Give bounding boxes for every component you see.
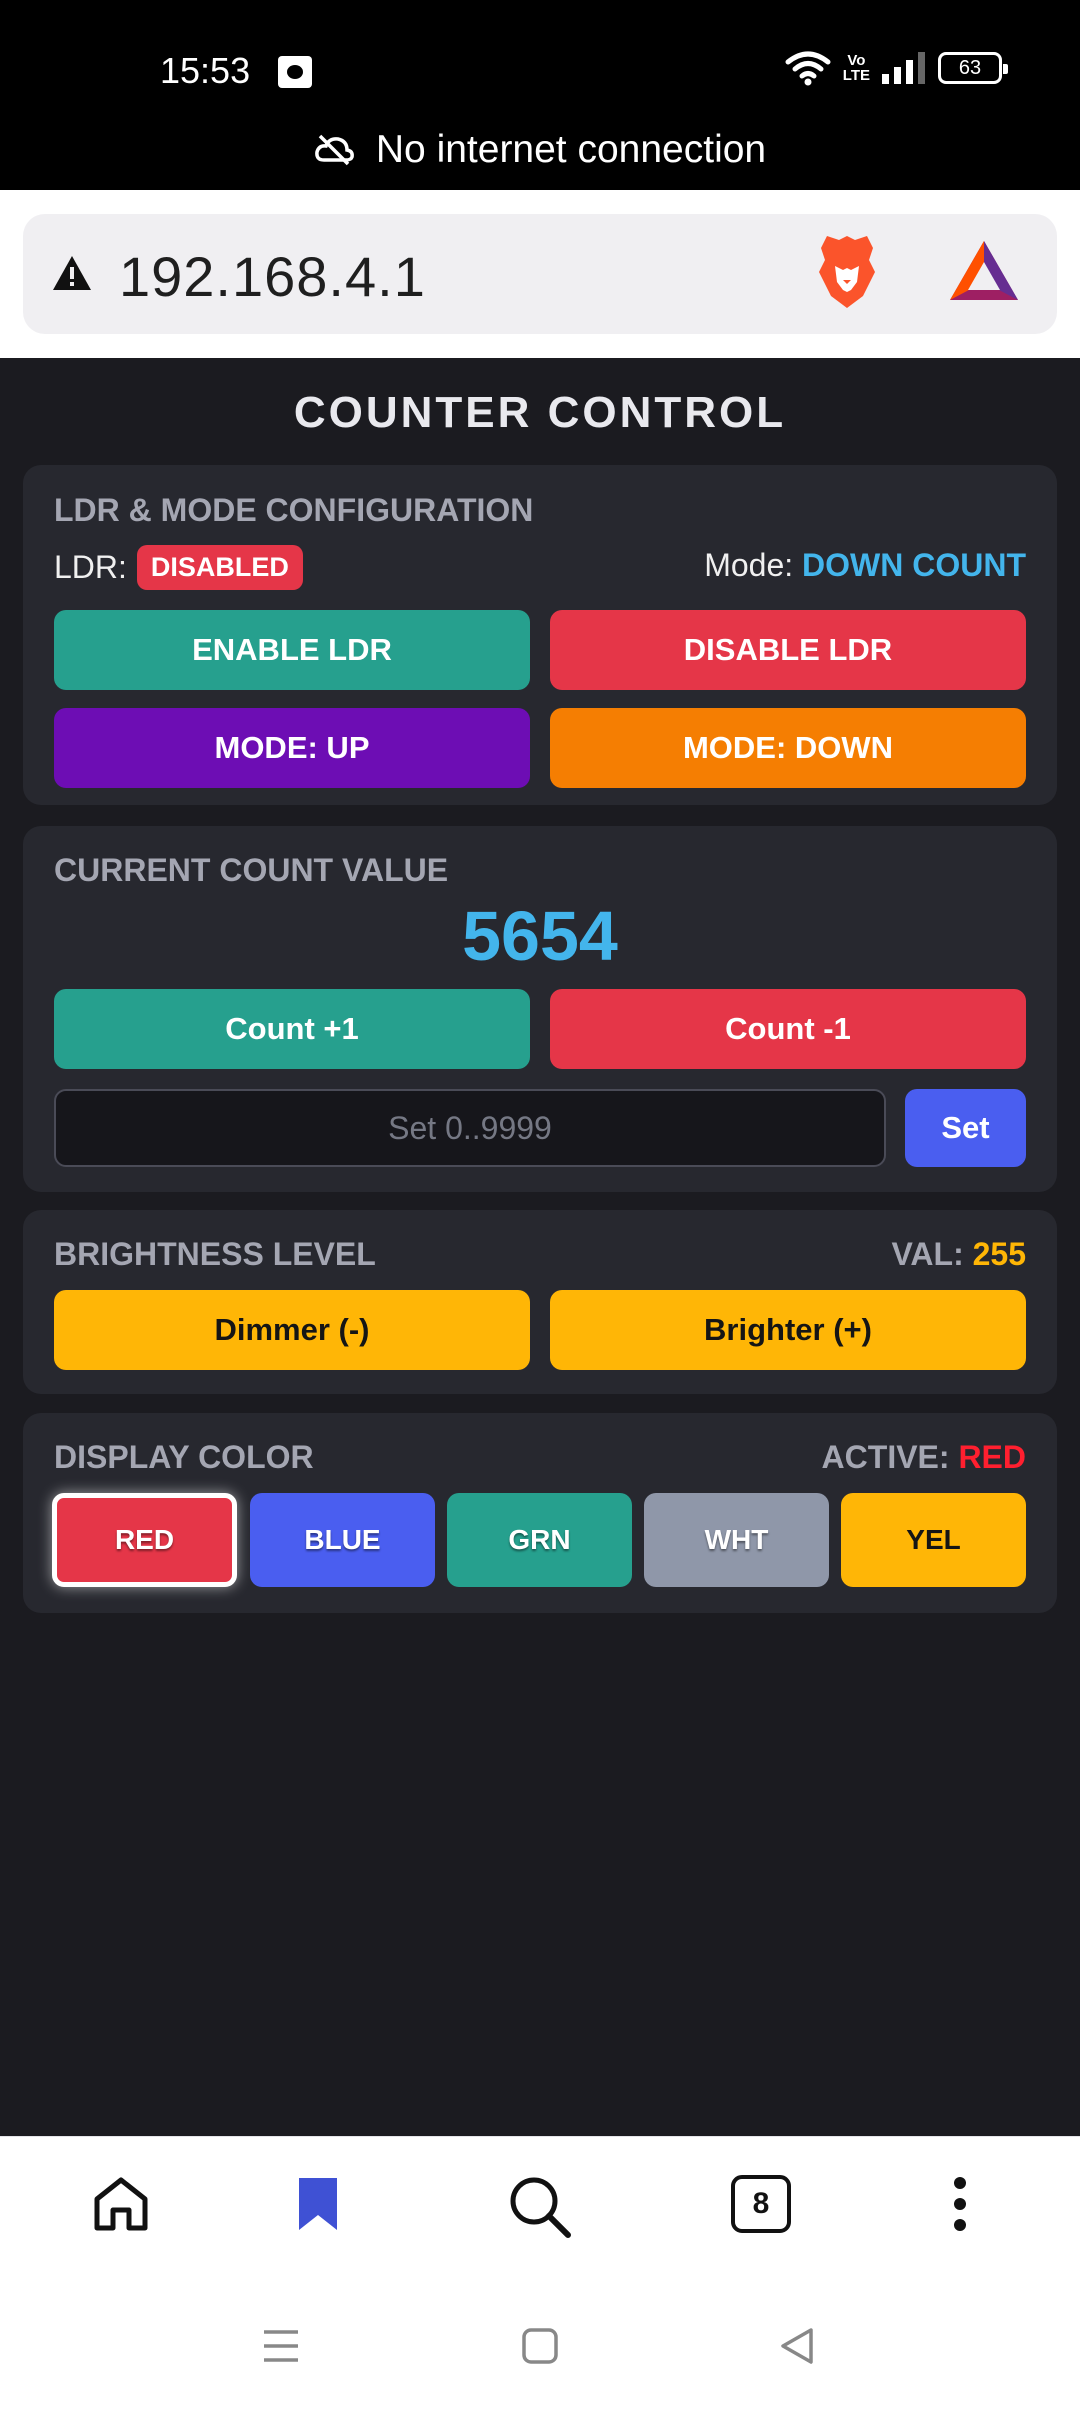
active-color-value: RED — [958, 1439, 1026, 1475]
active-color: ACTIVE: RED — [822, 1439, 1026, 1476]
url-text[interactable]: 192.168.4.1 — [119, 244, 426, 309]
display-color-card: DISPLAY COLOR ACTIVE: RED RED BLUE GRN W… — [23, 1413, 1057, 1613]
color-yellow-button[interactable]: YEL — [841, 1493, 1026, 1587]
page-title: COUNTER CONTROL — [293, 388, 787, 437]
color-white-button[interactable]: WHT — [644, 1493, 829, 1587]
browser-toolbar: 8 — [0, 2136, 1080, 2286]
home-icon[interactable] — [92, 2175, 150, 2233]
count-value: 5654 — [462, 897, 618, 975]
back-icon[interactable] — [777, 2326, 817, 2366]
recents-icon[interactable] — [262, 2326, 300, 2366]
card-heading: LDR & MODE CONFIGURATION — [54, 492, 534, 528]
enable-ldr-button[interactable]: ENABLE LDR — [54, 610, 530, 690]
ldr-mode-card: LDR & MODE CONFIGURATION LDR: DISABLED M… — [23, 465, 1057, 805]
search-icon[interactable] — [508, 2175, 572, 2239]
battery-icon: 63 — [938, 52, 1008, 84]
brightness-card: BRIGHTNESS LEVEL VAL: 255 Dimmer (-) Bri… — [23, 1210, 1057, 1394]
brightness-val-label: VAL: — [891, 1236, 964, 1272]
ldr-label: LDR: — [54, 549, 127, 585]
count-card: CURRENT COUNT VALUE 5654 Count +1 Count … — [23, 826, 1057, 1192]
mode-label: Mode: — [704, 547, 794, 583]
web-page: COUNTER CONTROL LDR & MODE CONFIGURATION… — [0, 358, 1080, 2136]
card-heading: BRIGHTNESS LEVEL — [54, 1236, 376, 1272]
color-blue-button[interactable]: BLUE — [250, 1493, 435, 1587]
count-minus-button[interactable]: Count -1 — [550, 989, 1026, 1069]
wifi-icon — [785, 51, 831, 86]
ldr-status-badge: DISABLED — [136, 545, 303, 590]
volte-icon: Vo LTE — [842, 52, 870, 84]
system-nav-bar — [0, 2286, 1080, 2412]
status-indicators: Vo LTE 63 — [785, 50, 1008, 86]
notification-icon — [278, 56, 312, 88]
set-count-input[interactable] — [54, 1089, 886, 1167]
browser-url-area: 192.168.4.1 — [0, 190, 1080, 358]
no-internet-text: No internet connection — [375, 128, 767, 171]
home-nav-icon[interactable] — [521, 2326, 559, 2366]
brightness-value: VAL: 255 — [891, 1236, 1026, 1273]
card-heading: DISPLAY COLOR — [54, 1439, 314, 1475]
url-bar[interactable]: 192.168.4.1 — [23, 214, 1057, 334]
warning-icon[interactable] — [51, 254, 93, 292]
brave-shields-icon[interactable] — [813, 232, 881, 312]
more-menu-icon[interactable] — [950, 2175, 970, 2233]
tabs-count-icon[interactable]: 8 — [731, 2175, 791, 2233]
mode-down-button[interactable]: MODE: DOWN — [550, 708, 1026, 788]
status-time: 15:53 — [160, 50, 251, 91]
bookmark-icon[interactable] — [296, 2175, 340, 2233]
mode-status-line: Mode: DOWN COUNT — [704, 547, 1026, 584]
color-red-button[interactable]: RED — [52, 1493, 237, 1587]
mode-up-button[interactable]: MODE: UP — [54, 708, 530, 788]
color-green-button[interactable]: GRN — [447, 1493, 632, 1587]
ldr-status-line: LDR: DISABLED — [54, 545, 303, 590]
disable-ldr-button[interactable]: DISABLE LDR — [550, 610, 1026, 690]
status-bar: 15:53 Vo LTE 63 No internet connection — [0, 0, 1080, 190]
count-plus-button[interactable]: Count +1 — [54, 989, 530, 1069]
brightness-val: 255 — [972, 1236, 1026, 1272]
set-button[interactable]: Set — [905, 1089, 1026, 1167]
mode-value: DOWN COUNT — [802, 547, 1026, 583]
bat-rewards-icon[interactable] — [948, 238, 1020, 304]
brighter-button[interactable]: Brighter (+) — [550, 1290, 1026, 1370]
card-heading: CURRENT COUNT VALUE — [54, 852, 449, 888]
active-color-label: ACTIVE: — [821, 1439, 950, 1475]
cloud-off-icon — [315, 134, 354, 166]
no-internet-banner: No internet connection — [0, 128, 1080, 172]
signal-icon — [882, 52, 925, 84]
dimmer-button[interactable]: Dimmer (-) — [54, 1290, 530, 1370]
